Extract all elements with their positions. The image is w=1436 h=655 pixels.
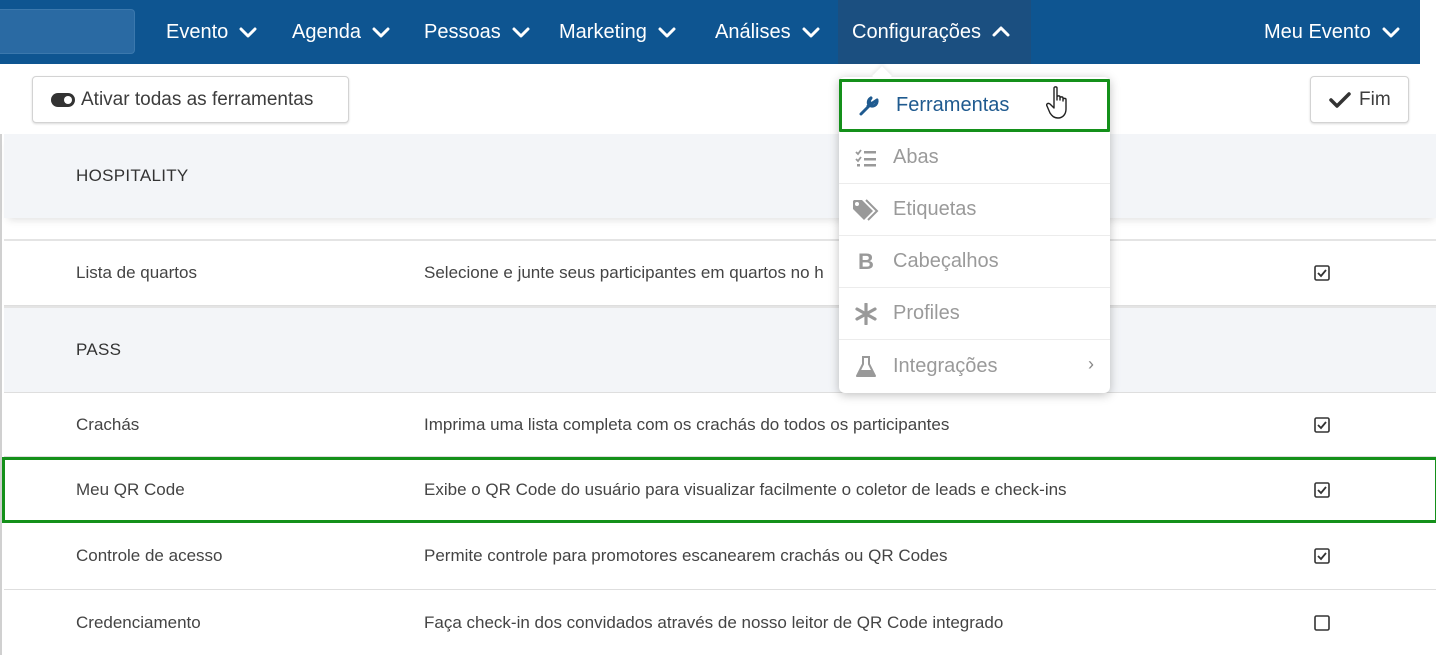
nav-item-label: Pessoas xyxy=(424,20,501,43)
menu-item-etiquetas[interactable]: Etiquetas xyxy=(839,184,1110,236)
menu-item-label: Ferramentas xyxy=(896,94,1010,116)
tool-checkbox[interactable] xyxy=(1314,265,1330,281)
section-header-hospitality: HOSPITALITY xyxy=(4,134,1436,218)
menu-item-label: Etiquetas xyxy=(893,198,977,220)
chevron-down-icon xyxy=(238,22,258,42)
check-icon xyxy=(1329,91,1351,109)
menu-item-cabecalhos[interactable]: B Cabeçalhos xyxy=(839,236,1110,288)
tool-checkbox[interactable] xyxy=(1314,614,1330,631)
tool-description: Selecione e junte seus participantes em … xyxy=(424,263,824,282)
table-row-highlighted: Meu QR Code Exibe o QR Code do usuário p… xyxy=(2,457,1436,523)
tool-description: Imprima uma lista completa com os crachá… xyxy=(424,414,950,434)
nav-item-configuracoes[interactable]: Configurações xyxy=(838,0,1031,64)
asterisk-icon xyxy=(839,302,893,325)
toolbar: Ativar todas as ferramentas Fim xyxy=(0,64,1436,134)
menu-item-label: Abas xyxy=(893,146,939,168)
section-header-pass: PASS xyxy=(4,306,1436,392)
logo-placeholder[interactable] xyxy=(0,9,135,54)
wrench-icon xyxy=(842,95,896,117)
menu-item-label: Profiles xyxy=(893,302,960,324)
chevron-right-icon: › xyxy=(1088,354,1094,374)
chevron-down-icon xyxy=(371,22,391,42)
chevron-down-icon xyxy=(801,22,821,42)
menu-item-label: Integrações xyxy=(893,355,998,377)
tool-name: Credenciamento xyxy=(76,612,201,632)
done-button[interactable]: Fim xyxy=(1310,76,1409,123)
tool-name: Meu QR Code xyxy=(76,480,185,499)
tool-description: Faça check-in dos convidados através de … xyxy=(424,612,1004,632)
activate-all-tools-button[interactable]: Ativar todas as ferramentas xyxy=(32,76,349,123)
nav-edge xyxy=(1420,0,1436,64)
tool-checkbox[interactable] xyxy=(1314,548,1330,564)
nav-item-evento[interactable]: Evento xyxy=(150,0,274,64)
tools-table: HOSPITALITY Lista de quartos Selecione e… xyxy=(0,134,1436,655)
top-navbar: Evento Agenda Pessoas Marketing Análises… xyxy=(0,0,1420,64)
nav-item-marketing[interactable]: Marketing xyxy=(543,0,693,64)
tool-name: Crachás xyxy=(76,414,140,434)
nav-item-meu-evento[interactable]: Meu Evento xyxy=(1248,0,1417,64)
hand-cursor-icon xyxy=(1046,86,1072,120)
nav-item-label: Meu Evento xyxy=(1264,20,1371,43)
nav-item-analises[interactable]: Análises xyxy=(699,0,837,64)
list-check-icon xyxy=(839,148,893,168)
chevron-down-icon xyxy=(1381,22,1401,42)
menu-item-abas[interactable]: Abas xyxy=(839,132,1110,184)
bold-icon: B xyxy=(858,248,874,274)
tool-description: Permite controle para promotores escanea… xyxy=(424,546,948,565)
menu-item-integracoes[interactable]: Integrações › xyxy=(839,340,1110,393)
chevron-up-icon xyxy=(991,22,1011,42)
menu-item-label: Cabeçalhos xyxy=(893,250,999,272)
nav-item-agenda[interactable]: Agenda xyxy=(276,0,407,64)
activate-all-label: Ativar todas as ferramentas xyxy=(81,88,314,110)
chevron-down-icon xyxy=(657,22,677,42)
nav-item-label: Configurações xyxy=(852,20,981,43)
nav-item-label: Marketing xyxy=(559,20,647,43)
nav-item-pessoas[interactable]: Pessoas xyxy=(408,0,547,64)
settings-dropdown-menu: Ferramentas Abas Etiquetas B Cabeçalhos … xyxy=(839,77,1110,393)
section-title: HOSPITALITY xyxy=(76,166,189,185)
section-title: PASS xyxy=(76,340,122,359)
table-row: Credenciamento Faça check-in dos convida… xyxy=(4,590,1436,655)
chevron-down-icon xyxy=(511,22,531,42)
tool-checkbox[interactable] xyxy=(1314,416,1330,433)
tool-checkbox[interactable] xyxy=(1314,482,1330,498)
nav-item-label: Evento xyxy=(166,20,229,43)
tool-description: Exibe o QR Code do usuário para visualiz… xyxy=(424,480,1067,499)
menu-item-profiles[interactable]: Profiles xyxy=(839,288,1110,340)
nav-item-label: Agenda xyxy=(292,20,361,43)
table-row: Crachás Imprima uma lista completa com o… xyxy=(4,392,1436,457)
toggle-on-icon xyxy=(51,92,75,107)
table-row: Lista de quartos Selecione e junte seus … xyxy=(4,239,1436,306)
tool-name: Lista de quartos xyxy=(76,263,197,282)
tags-icon xyxy=(839,198,893,221)
done-label: Fim xyxy=(1359,88,1391,110)
table-row: Controle de acesso Permite controle para… xyxy=(4,523,1436,590)
app-root: Evento Agenda Pessoas Marketing Análises… xyxy=(0,0,1436,655)
tool-name: Controle de acesso xyxy=(76,546,223,565)
nav-item-label: Análises xyxy=(715,20,791,43)
flask-icon xyxy=(839,355,893,378)
